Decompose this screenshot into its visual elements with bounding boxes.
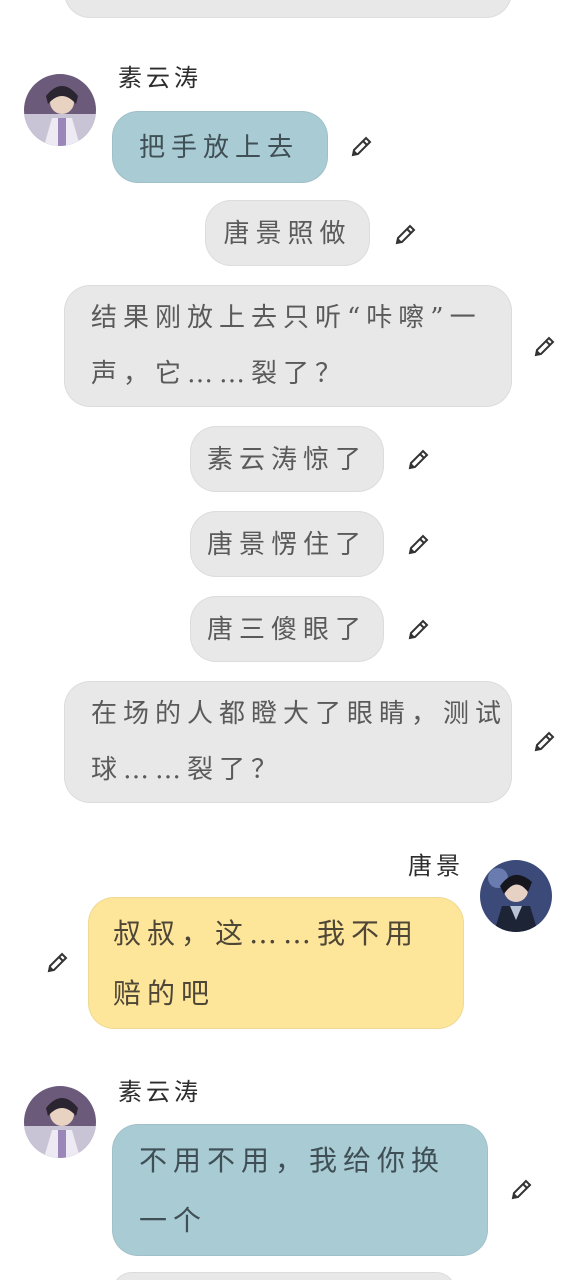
pencil-icon[interactable] bbox=[405, 617, 431, 643]
avatar-suyuntao-image bbox=[24, 74, 96, 146]
pencil-icon[interactable] bbox=[348, 134, 374, 160]
avatar-tangjing-image bbox=[480, 860, 552, 932]
speaker-name: 素云涛 bbox=[118, 64, 202, 92]
message-text-line1: 不用不用，我给你换 bbox=[139, 1144, 446, 1177]
pencil-icon[interactable] bbox=[44, 950, 70, 976]
narration-bubble[interactable]: 在场的人都瞪大了眼睛，测试 球……裂了？ bbox=[64, 681, 512, 803]
narration-bubble[interactable]: 唐景照做 bbox=[205, 200, 370, 266]
message-text-line1: 叔叔，这……我不用 bbox=[113, 917, 420, 950]
speaker-name: 素云涛 bbox=[118, 1078, 202, 1106]
pencil-icon[interactable] bbox=[392, 222, 418, 248]
message-text: 素云涛惊了 bbox=[206, 445, 367, 475]
avatar-suyuntao[interactable] bbox=[24, 74, 96, 146]
message-text: 唐景照做 bbox=[223, 219, 352, 249]
message-text-line1: 结果刚放上去只听“咔嚓”一 bbox=[91, 303, 482, 333]
message-text-line2: 赔的吧 bbox=[113, 977, 216, 1010]
dialogue-bubble[interactable]: 叔叔，这……我不用 赔的吧 bbox=[88, 897, 464, 1029]
dialogue-bubble[interactable]: 不用不用，我给你换 一个 bbox=[112, 1124, 488, 1256]
partial-narration-bubble bbox=[64, 0, 512, 18]
pencil-icon[interactable] bbox=[531, 729, 557, 755]
avatar-suyuntao-image bbox=[24, 1086, 96, 1158]
message-text-line2: 一个 bbox=[139, 1204, 208, 1237]
message-text-line2: 声，它……裂了？ bbox=[91, 359, 348, 389]
message-text-line1: 在场的人都瞪大了眼睛，测试 bbox=[91, 699, 508, 729]
avatar-suyuntao[interactable] bbox=[24, 1086, 96, 1158]
pencil-icon[interactable] bbox=[508, 1177, 534, 1203]
message-text: 把手放上去 bbox=[139, 133, 300, 163]
narration-bubble[interactable]: 结果刚放上去只听“咔嚓”一 声，它……裂了？ bbox=[64, 285, 512, 407]
narration-bubble[interactable]: 唐景愣住了 bbox=[190, 511, 384, 577]
partial-narration-bubble bbox=[112, 1272, 456, 1280]
pencil-icon[interactable] bbox=[405, 532, 431, 558]
narration-bubble[interactable]: 素云涛惊了 bbox=[190, 426, 384, 492]
message-text: 唐三傻眼了 bbox=[206, 615, 367, 645]
dialogue-bubble[interactable]: 把手放上去 bbox=[112, 111, 328, 183]
pencil-icon[interactable] bbox=[405, 447, 431, 473]
message-text-line2: 球……裂了？ bbox=[91, 755, 284, 785]
avatar-tangjing[interactable] bbox=[480, 860, 552, 932]
speaker-name: 唐景 bbox=[408, 852, 464, 880]
pencil-icon[interactable] bbox=[531, 334, 557, 360]
message-text: 唐景愣住了 bbox=[206, 530, 367, 560]
narration-bubble[interactable]: 唐三傻眼了 bbox=[190, 596, 384, 662]
